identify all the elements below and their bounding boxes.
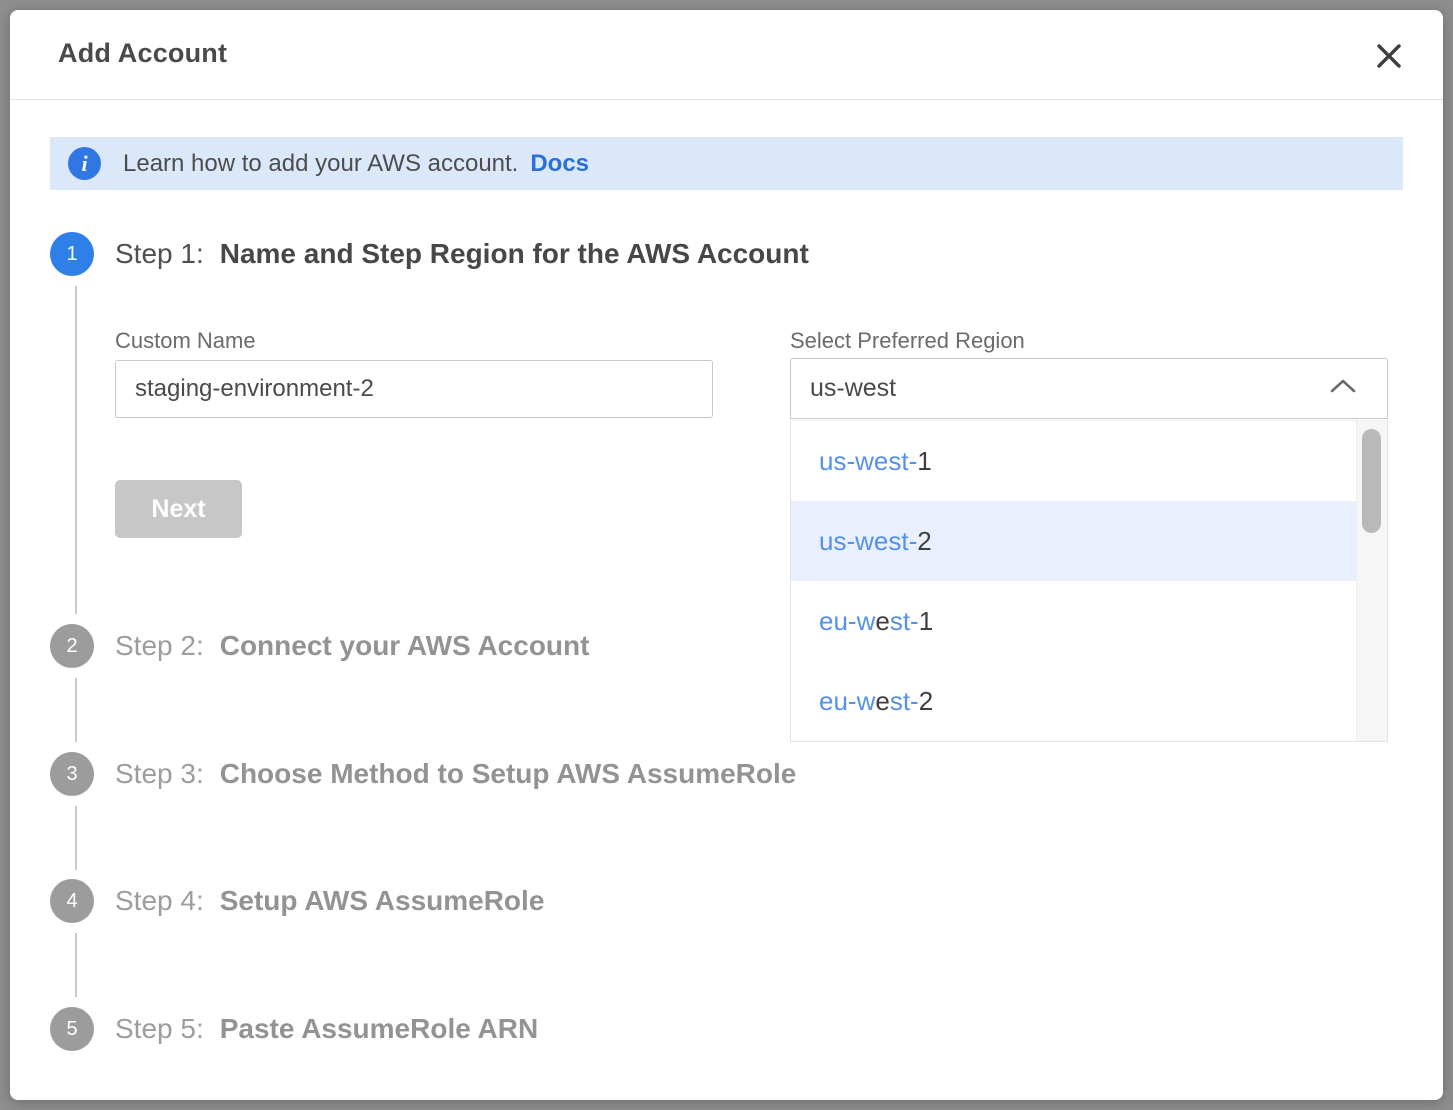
step-2-heading: Step 2: Connect your AWS Account [115,630,589,662]
add-account-modal: Add Account i Learn how to add your AWS … [10,10,1443,1100]
chevron-up-icon [1329,377,1357,400]
step-4-number: 4 [66,890,77,913]
step-3-circle: 3 [50,752,94,796]
step-3-heading: Step 3: Choose Method to Setup AWS Assume… [115,758,796,790]
close-icon [1376,43,1402,69]
step-3-number: 3 [66,763,77,786]
step-1-prefix: Step 1: [115,238,204,269]
step-1-number: 1 [66,243,77,266]
region-option-text-segment: eu-w [819,606,875,637]
close-button[interactable] [1367,34,1411,78]
region-option-us-west-1[interactable]: us-west-1 [791,421,1359,501]
step-5-heading: Step 5: Paste AssumeRole ARN [115,1013,538,1045]
region-option-eu-west-1[interactable]: eu-west-1 [791,581,1359,661]
step-1-title: Name and Step Region for the AWS Account [220,238,809,269]
docs-link[interactable]: Docs [530,150,589,178]
region-dropdown-list: us-west-1us-west-2eu-west-1eu-west-2 [791,421,1387,741]
step-1-heading: Step 1: Name and Step Region for the AWS … [115,238,809,270]
step-4-circle: 4 [50,879,94,923]
region-option-text-segment: eu-w [819,686,875,717]
step-4-title: Setup AWS AssumeRole [220,885,545,916]
step-2-prefix: Step 2: [115,630,204,661]
region-option-text-segment: us-west- [819,526,917,557]
step-5-number: 5 [66,1018,77,1041]
custom-name-label: Custom Name [115,328,256,354]
step-connector-3-4 [75,806,77,870]
region-option-text-segment: 1 [917,446,931,477]
modal-header: Add Account [10,10,1443,100]
step-4-prefix: Step 4: [115,885,204,916]
step-3-title: Choose Method to Setup AWS AssumeRole [220,758,797,789]
region-select-value: us-west [810,374,896,403]
step-connector-1-2 [75,286,77,614]
step-connector-2-3 [75,678,77,742]
region-option-text-segment: 2 [919,686,933,717]
step-2-title: Connect your AWS Account [220,630,590,661]
step-5-title: Paste AssumeRole ARN [220,1013,538,1044]
modal-title: Add Account [58,38,227,69]
step-2-circle: 2 [50,624,94,668]
region-option-text-segment: 2 [917,526,931,557]
region-option-text-segment: e [875,606,889,637]
custom-name-input[interactable] [115,360,713,418]
next-button[interactable]: Next [115,480,242,538]
step-3-prefix: Step 3: [115,758,204,789]
region-option-us-west-2[interactable]: us-west-2 [791,501,1359,581]
info-banner-text: Learn how to add your AWS account. [123,150,518,178]
region-label: Select Preferred Region [790,328,1025,354]
step-connector-4-5 [75,933,77,997]
step-5-prefix: Step 5: [115,1013,204,1044]
step-1-circle: 1 [50,232,94,276]
dropdown-scrollbar-thumb[interactable] [1362,429,1381,533]
region-option-text-segment: st- [890,686,919,717]
region-dropdown: us-west-1us-west-2eu-west-1eu-west-2 [790,420,1388,742]
region-select[interactable]: us-west [790,358,1388,419]
info-icon: i [68,147,101,180]
region-option-text-segment: e [875,686,889,717]
info-banner: i Learn how to add your AWS account. Doc… [50,137,1403,190]
region-option-eu-west-2[interactable]: eu-west-2 [791,661,1359,741]
region-option-text-segment: st- [890,606,919,637]
region-option-text-segment: us-west- [819,446,917,477]
step-5-circle: 5 [50,1007,94,1051]
step-4-heading: Step 4: Setup AWS AssumeRole [115,885,544,917]
step-2-number: 2 [66,635,77,658]
dropdown-scrollbar-track[interactable] [1356,421,1387,741]
region-option-text-segment: 1 [919,606,933,637]
